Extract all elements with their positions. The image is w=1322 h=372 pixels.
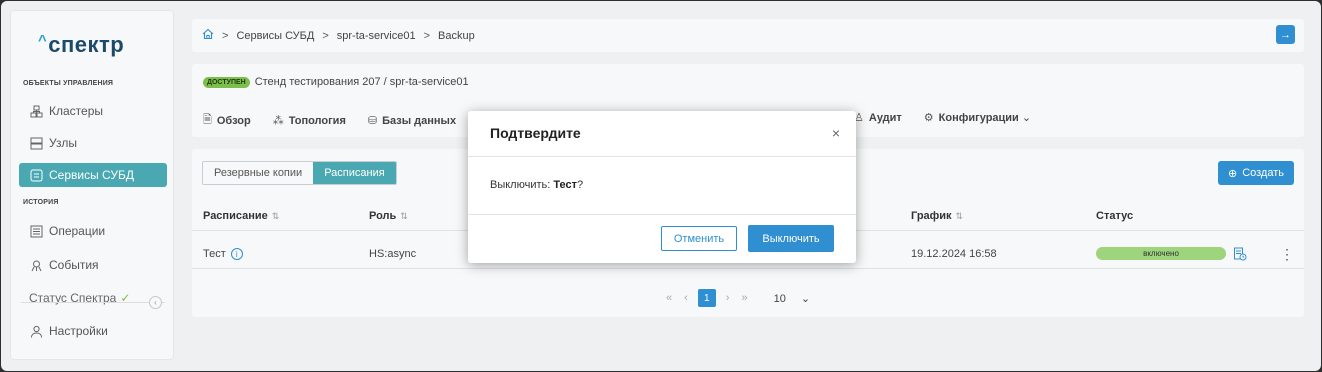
confirm-dialog: Подтвердите × Выключить: Тест? Отменить … xyxy=(468,111,856,263)
cancel-button[interactable]: Отменить xyxy=(661,226,737,251)
dialog-title: Подтвердите xyxy=(490,125,581,141)
dialog-message-suffix: ? xyxy=(577,179,584,191)
dialog-message: Выключить: Тест? xyxy=(490,179,583,191)
close-icon[interactable]: × xyxy=(832,125,840,141)
dialog-message-prefix: Выключить: xyxy=(490,179,554,191)
disable-button[interactable]: Выключить xyxy=(748,225,834,252)
dialog-message-target: Тест xyxy=(553,179,578,191)
app-window: ^спектр ОБЪЕКТЫ УПРАВЛЕНИЯ Кластеры Узлы… xyxy=(1,1,1321,371)
dialog-divider xyxy=(468,156,856,157)
dialog-divider xyxy=(468,214,856,215)
